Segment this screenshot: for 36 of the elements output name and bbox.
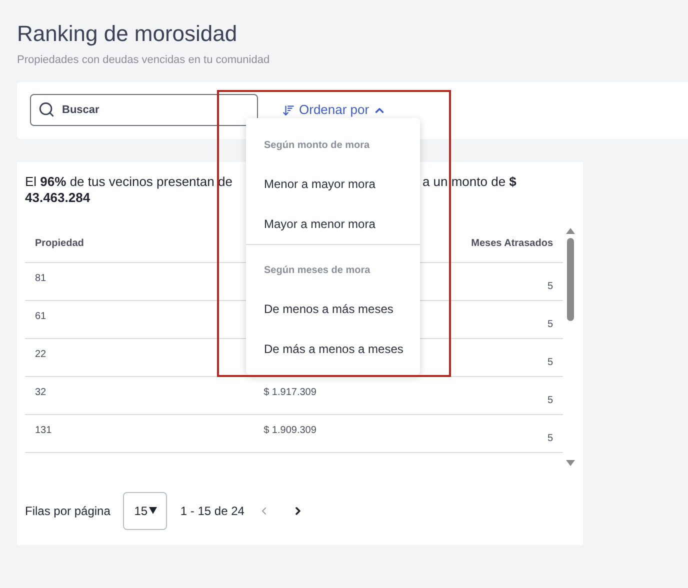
table-cell: 22 xyxy=(35,348,46,360)
table-cell: 5 xyxy=(547,432,553,444)
search-field[interactable]: Buscar xyxy=(30,94,258,126)
table-cell: 5 xyxy=(547,394,553,406)
column-header: Meses Atrasados xyxy=(471,237,553,251)
table-cell: 32 xyxy=(35,386,46,398)
menu-section-heading: Según meses de mora xyxy=(264,265,370,276)
column-header: Propiedad xyxy=(35,237,85,251)
table-cell: 131 xyxy=(35,424,52,436)
sort-icon xyxy=(282,104,295,116)
menu-item[interactable]: De más a menos a meses xyxy=(246,329,420,369)
dropdown-icon xyxy=(148,507,157,514)
table-cell: $ 1.909.309 xyxy=(264,424,316,436)
sort-button[interactable]: Ordenar por xyxy=(282,100,386,120)
rows-per-page-select[interactable]: 15 xyxy=(123,492,168,530)
table-cell: 81 xyxy=(35,272,46,284)
page-title: Ranking de morosidad xyxy=(17,20,238,48)
table-cell: 5 xyxy=(547,280,553,292)
summary-text-end: a un monto de $ xyxy=(422,174,516,190)
rows-per-page-label: Filas por página xyxy=(25,502,110,520)
menu-item[interactable]: De menos a más meses xyxy=(246,289,420,329)
table-cell: 5 xyxy=(547,356,553,368)
menu-section-heading: Según monto de mora xyxy=(264,140,370,151)
summary-amount: 43.463.284 xyxy=(25,190,90,206)
table-cell: 5 xyxy=(547,318,553,330)
page-subtitle: Propiedades con deudas vencidas en tu comunidad xyxy=(17,53,270,68)
summary-text: El 96% de tus vecinos presentan de xyxy=(25,174,232,190)
table-cell: $ 1.917.309 xyxy=(264,386,316,398)
search-icon xyxy=(38,101,55,118)
menu-item[interactable]: Menor a mayor mora xyxy=(246,164,420,204)
page-range: 1 - 15 de 24 xyxy=(180,502,244,520)
scrollbar[interactable] xyxy=(565,228,575,466)
scroll-down-icon[interactable] xyxy=(566,460,574,466)
menu-item[interactable]: Mayor a menor mora xyxy=(246,204,420,244)
table-cell: 61 xyxy=(35,310,46,322)
scroll-up-icon[interactable] xyxy=(566,228,574,234)
